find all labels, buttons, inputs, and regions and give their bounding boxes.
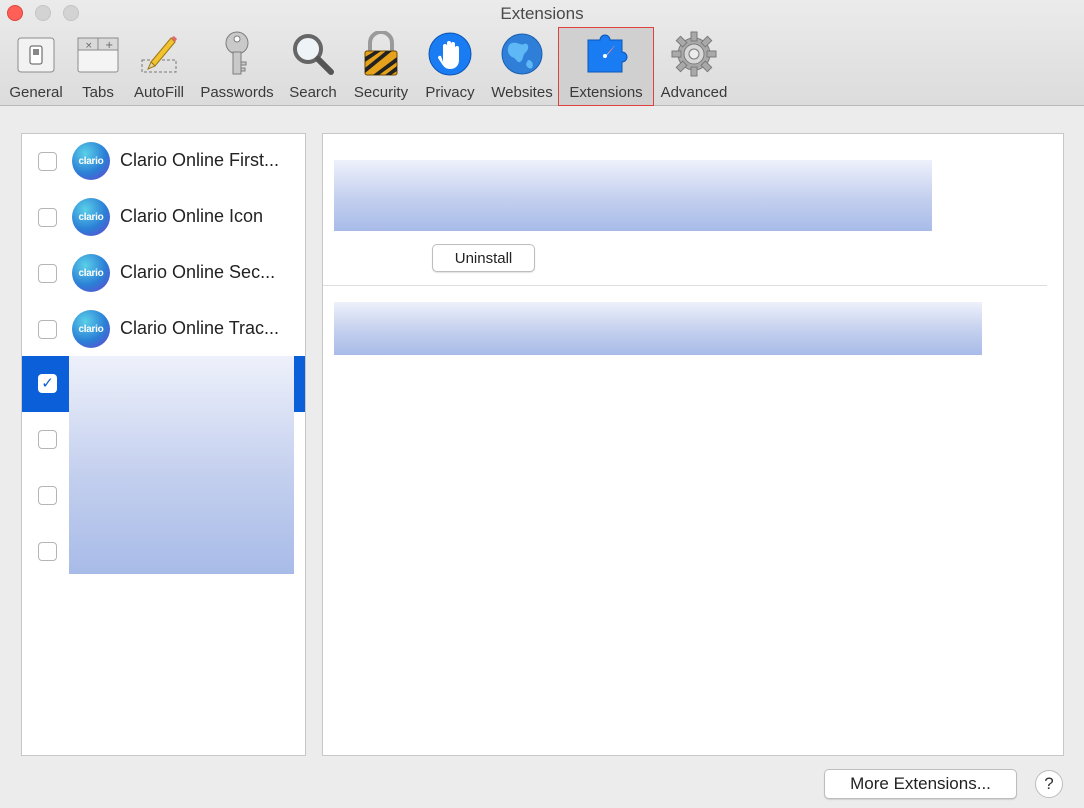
general-switch-icon: [12, 30, 60, 78]
redacted-extension-names: [69, 356, 294, 574]
tab-advanced-label: Advanced: [660, 84, 728, 101]
padlock-icon: [357, 30, 405, 78]
clario-logo-icon: clario: [72, 254, 110, 292]
tab-security-label: Security: [353, 84, 409, 101]
pencil-icon: [135, 30, 183, 78]
extension-name: Clario Online Icon: [120, 206, 264, 226]
enable-checkbox[interactable]: [38, 152, 57, 171]
list-item[interactable]: clario Clario Online Trac...: [22, 302, 305, 358]
hand-icon: [426, 30, 474, 78]
clario-logo-icon: clario: [72, 310, 110, 348]
tab-security[interactable]: Security: [348, 28, 414, 104]
svg-text:+: +: [105, 40, 113, 51]
clario-logo-icon: clario: [72, 142, 110, 180]
enable-checkbox[interactable]: [38, 542, 57, 561]
tab-passwords[interactable]: Passwords: [196, 28, 278, 104]
checkmark-icon[interactable]: ✓: [38, 374, 57, 393]
list-item[interactable]: clario Clario Online Icon: [22, 190, 305, 246]
safari-preferences-window: Extensions General × + Tabs AutoFill Pas…: [0, 0, 1084, 808]
tab-autofill[interactable]: AutoFill: [128, 28, 190, 104]
tab-search-label: Search: [289, 84, 337, 101]
extension-name: Clario Online Sec...: [120, 262, 276, 282]
svg-text:×: ×: [85, 41, 93, 51]
divider: [323, 285, 1047, 286]
tab-search[interactable]: Search: [284, 28, 342, 104]
more-extensions-button[interactable]: More Extensions...: [824, 769, 1017, 799]
extensions-list: clario Clario Online First... clario Cla…: [21, 133, 306, 756]
tab-websites-label: Websites: [491, 84, 553, 101]
uninstall-button[interactable]: Uninstall: [432, 244, 535, 272]
enable-checkbox[interactable]: [38, 208, 57, 227]
enable-checkbox[interactable]: [38, 264, 57, 283]
title-bar: Extensions General × + Tabs AutoFill Pas…: [0, 0, 1084, 106]
extension-details-panel: Uninstall: [322, 133, 1064, 756]
list-item[interactable]: clario Clario Online First...: [22, 134, 305, 190]
tab-privacy[interactable]: Privacy: [420, 28, 480, 104]
tab-passwords-label: Passwords: [200, 84, 274, 101]
tab-privacy-label: Privacy: [425, 84, 475, 101]
puzzle-compass-icon: [582, 30, 630, 78]
tab-tabs[interactable]: × + Tabs: [74, 28, 122, 104]
list-item[interactable]: clario Clario Online Sec...: [22, 246, 305, 302]
globe-icon: [498, 30, 546, 78]
enable-checkbox[interactable]: [38, 430, 57, 449]
clario-logo-icon: clario: [72, 198, 110, 236]
enable-checkbox[interactable]: [38, 486, 57, 505]
gear-icon: [670, 30, 718, 78]
window-title: Extensions: [500, 4, 584, 23]
tab-general-label: General: [9, 84, 63, 101]
tab-autofill-label: AutoFill: [133, 84, 185, 101]
extension-name: Clario Online Trac...: [120, 318, 280, 338]
tab-extensions-label: Extensions: [569, 84, 643, 101]
extension-name: Clario Online First...: [120, 150, 280, 170]
tab-extensions[interactable]: Extensions: [558, 27, 654, 106]
tab-websites[interactable]: Websites: [486, 28, 558, 104]
tabs-icon: × +: [74, 30, 122, 78]
redacted-extension-description: [334, 302, 982, 355]
tab-advanced[interactable]: Advanced: [656, 28, 732, 104]
key-icon: [213, 30, 261, 78]
tab-general[interactable]: General: [4, 28, 68, 104]
search-icon: [289, 30, 337, 78]
redacted-extension-header: [334, 160, 932, 231]
help-button[interactable]: ?: [1035, 770, 1063, 798]
enable-checkbox[interactable]: [38, 320, 57, 339]
tab-tabs-label: Tabs: [82, 84, 114, 101]
